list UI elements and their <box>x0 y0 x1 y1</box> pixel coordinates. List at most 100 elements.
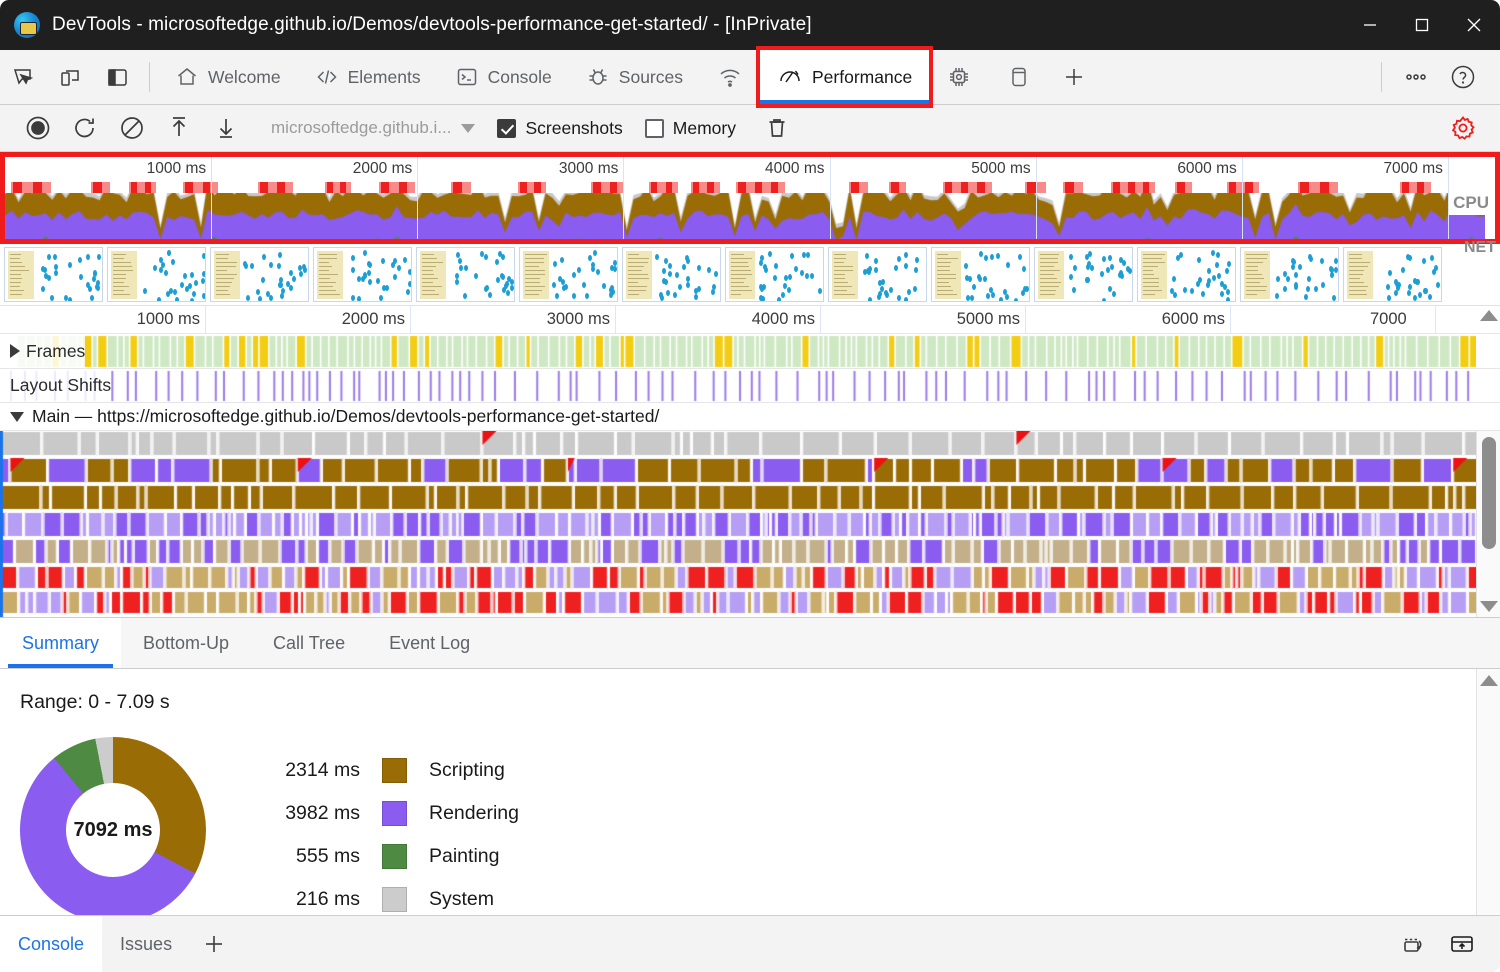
filmstrip-frame[interactable] <box>313 247 412 302</box>
frame-dot <box>278 252 282 258</box>
tab-network[interactable] <box>700 50 760 104</box>
tab-event-log[interactable]: Event Log <box>367 618 492 668</box>
filmstrip[interactable]: NET <box>0 244 1500 306</box>
activity-donut-chart[interactable]: 7092 ms <box>20 737 206 923</box>
frame-dot <box>1201 291 1205 297</box>
frame-dot <box>904 252 908 258</box>
summary-scroll-up-arrow[interactable] <box>1477 669 1500 691</box>
filmstrip-frame[interactable] <box>931 247 1030 302</box>
drawer-tab-issues[interactable]: Issues <box>102 916 190 972</box>
filmstrip-frame[interactable] <box>210 247 309 302</box>
tab-performance[interactable]: Performance <box>760 50 929 104</box>
filmstrip-frame[interactable] <box>622 247 721 302</box>
frame-dot <box>874 267 878 273</box>
wifi-icon <box>717 64 743 90</box>
filmstrip-frame[interactable] <box>1137 247 1236 302</box>
device-emulation-icon[interactable] <box>47 50 94 104</box>
frame-dot <box>167 250 171 256</box>
scroll-up-arrow[interactable] <box>1480 310 1498 321</box>
tab-welcome[interactable]: Welcome <box>158 50 298 104</box>
tab-call-tree[interactable]: Call Tree <box>251 618 367 668</box>
chevron-down-icon <box>10 412 24 422</box>
summary-scrollbar[interactable] <box>1476 669 1500 945</box>
capture-settings-gear-icon[interactable] <box>1439 105 1486 151</box>
save-profile-button[interactable] <box>202 105 249 151</box>
collect-garbage-icon[interactable] <box>754 105 801 151</box>
dock-drawer-icon[interactable] <box>1438 916 1486 972</box>
frame-dot <box>1179 252 1183 258</box>
timeline-gridline <box>615 306 616 333</box>
frame-dot <box>143 288 147 294</box>
scroll-down-arrow[interactable] <box>1477 595 1500 617</box>
legend-row[interactable]: 2314 msScripting <box>240 749 519 792</box>
tab-elements[interactable]: Elements <box>298 50 438 104</box>
frame-dot <box>408 281 412 287</box>
frame-dot <box>810 273 814 279</box>
filmstrip-frame[interactable] <box>4 247 103 302</box>
frame-dot <box>262 254 266 260</box>
drawer-tab-console[interactable]: Console <box>0 916 102 972</box>
timeline-gridline <box>820 306 821 333</box>
recording-source-dropdown[interactable]: microsoftedge.github.i... <box>271 118 475 138</box>
tab-console[interactable]: Console <box>438 50 569 104</box>
frame-dot <box>1320 258 1324 264</box>
drawer-add-tab-button[interactable] <box>190 916 238 972</box>
inspect-element-icon[interactable] <box>0 50 47 104</box>
track-layout-shifts[interactable]: Layout Shifts <box>0 369 1500 403</box>
frame-dot <box>202 271 206 277</box>
tab-summary[interactable]: Summary <box>0 618 121 668</box>
screenshots-checkbox[interactable]: Screenshots <box>497 118 622 139</box>
filmstrip-frame[interactable] <box>1343 247 1442 302</box>
record-button[interactable] <box>14 105 61 151</box>
maximize-button[interactable] <box>1396 0 1448 50</box>
clear-button[interactable] <box>108 105 155 151</box>
frame-dot <box>1306 286 1310 292</box>
long-task-warning <box>736 182 785 193</box>
timeline-gridline <box>410 306 411 333</box>
filmstrip-frame[interactable] <box>1240 247 1339 302</box>
filmstrip-frame[interactable] <box>828 247 927 302</box>
help-icon[interactable] <box>1439 50 1486 104</box>
more-tools-icon[interactable] <box>1392 50 1439 104</box>
memory-checkbox[interactable]: Memory <box>645 118 736 139</box>
filmstrip-frame[interactable] <box>1034 247 1133 302</box>
track-main-header[interactable]: Main — https://microsoftedge.github.io/D… <box>0 403 1500 431</box>
dock-side-icon[interactable] <box>94 50 141 104</box>
tab-application[interactable] <box>989 50 1049 104</box>
frame-dot <box>455 279 459 285</box>
frame-sidebar <box>111 251 137 299</box>
legend-row[interactable]: 3982 msRendering <box>240 792 519 835</box>
load-profile-button[interactable] <box>155 105 202 151</box>
add-tab-button[interactable] <box>1049 50 1099 104</box>
frame-sidebar <box>935 251 961 299</box>
frame-dot <box>463 293 467 299</box>
minimize-button[interactable] <box>1344 0 1396 50</box>
legend-label: System <box>429 888 494 911</box>
frame-dot <box>889 287 893 293</box>
restore-drawer-icon[interactable] <box>1390 916 1438 972</box>
tab-bottom-up[interactable]: Bottom-Up <box>121 618 251 668</box>
filmstrip-frame[interactable] <box>725 247 824 302</box>
main-flame-chart[interactable] <box>0 431 1500 617</box>
reload-and-record-button[interactable] <box>61 105 108 151</box>
legend-row[interactable]: 555 msPainting <box>240 835 519 878</box>
frame-dot <box>379 295 383 301</box>
scrollbar-thumb[interactable] <box>1482 437 1496 549</box>
tab-memory[interactable] <box>929 50 989 104</box>
flame-chart-scrollbar[interactable] <box>1476 431 1500 617</box>
tab-sources[interactable]: Sources <box>569 50 700 104</box>
track-frames[interactable]: Frames <box>0 334 1500 369</box>
timeline-gridline <box>1435 306 1436 333</box>
filmstrip-frame[interactable] <box>107 247 206 302</box>
long-task-warning <box>1175 182 1191 193</box>
frame-dot <box>286 281 290 287</box>
track-frames-header[interactable]: Frames <box>0 334 85 368</box>
frame-dot <box>1294 284 1298 290</box>
frame-dot <box>682 264 686 270</box>
filmstrip-frame[interactable] <box>416 247 515 302</box>
track-layout-shifts-header[interactable]: Layout Shifts <box>0 369 111 402</box>
overview-pane[interactable]: 1000 ms2000 ms3000 ms4000 ms5000 ms6000 … <box>0 152 1500 244</box>
close-button[interactable] <box>1448 0 1500 50</box>
filmstrip-frame[interactable] <box>519 247 618 302</box>
frame-dot <box>1197 257 1201 263</box>
